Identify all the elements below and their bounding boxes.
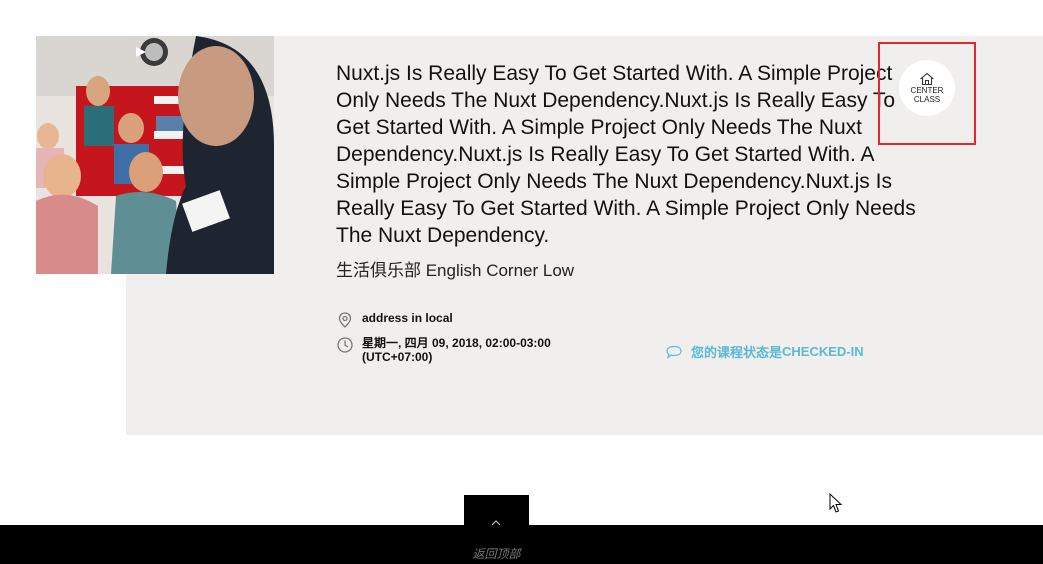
status-prefix: 您的课程状态是 bbox=[691, 345, 783, 360]
datetime-text: 星期一, 四月 09, 2018, 02:00-03:00 bbox=[362, 336, 551, 350]
back-to-top-label: 返回顶部 bbox=[472, 547, 521, 561]
badge-label-line1: CENTER bbox=[910, 86, 944, 95]
clock-icon bbox=[337, 337, 353, 353]
house-icon bbox=[920, 72, 934, 86]
location-pin-icon bbox=[338, 312, 352, 328]
center-class-badge[interactable]: CENTER CLASS bbox=[899, 60, 955, 116]
address-row: address in local bbox=[336, 311, 453, 329]
mouse-cursor-icon bbox=[829, 493, 843, 513]
datetime-block: 星期一, 四月 09, 2018, 02:00-03:00 (UTC+07:00… bbox=[362, 336, 551, 364]
event-photo bbox=[36, 36, 274, 274]
badge-label-line2: CLASS bbox=[913, 95, 941, 104]
event-title: Nuxt.js Is Really Easy To Get Started Wi… bbox=[336, 62, 916, 247]
back-to-top-button[interactable]: 返回顶部 bbox=[464, 495, 529, 564]
timezone-text: (UTC+07:00) bbox=[362, 350, 433, 364]
datetime-row: 星期一, 四月 09, 2018, 02:00-03:00 (UTC+07:00… bbox=[336, 336, 551, 364]
course-status: 您的课程状态是 CHECKED-IN bbox=[665, 342, 864, 361]
status-value: CHECKED-IN bbox=[782, 344, 864, 359]
chevron-up-icon bbox=[491, 520, 501, 526]
chat-bubble-icon bbox=[666, 345, 682, 359]
event-subtitle: 生活俱乐部 English Corner Low bbox=[336, 261, 575, 280]
address-text: address in local bbox=[362, 311, 453, 325]
